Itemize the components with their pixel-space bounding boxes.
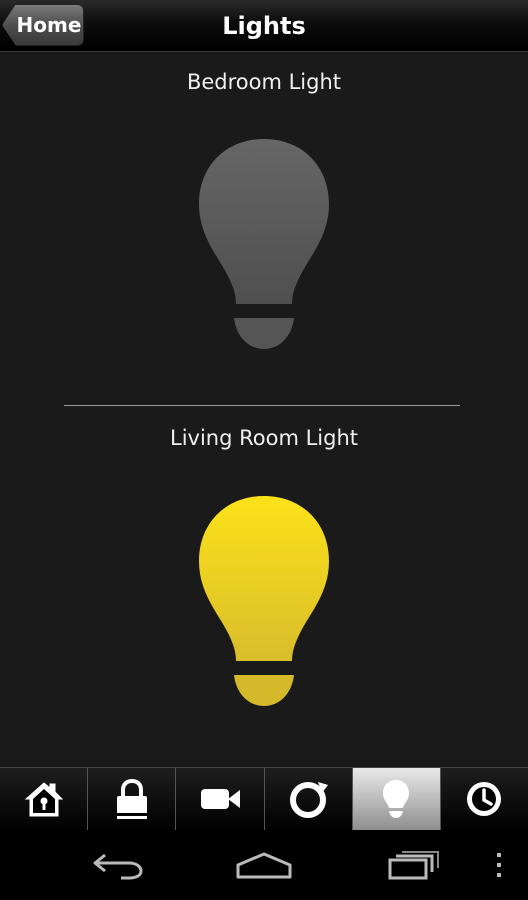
tab-bar	[0, 767, 528, 830]
tab-cameras[interactable]	[176, 768, 265, 830]
tab-locks[interactable]	[88, 768, 177, 830]
system-overflow-menu-button[interactable]	[482, 830, 516, 900]
recent-apps-icon	[388, 851, 439, 880]
system-recent-apps-button[interactable]	[373, 830, 453, 900]
header-bar: Home Lights	[0, 0, 528, 52]
tab-schedules[interactable]	[441, 768, 528, 830]
clock-icon	[467, 782, 502, 816]
bedroom-light-toggle[interactable]	[196, 136, 332, 350]
living-room-light-section: Living Room Light	[0, 426, 528, 450]
lightbulb-on-icon	[199, 496, 329, 706]
lock-icon	[116, 778, 147, 819]
thermostat-icon	[290, 782, 329, 818]
tab-thermostat[interactable]	[265, 768, 353, 830]
camera-icon	[200, 789, 240, 809]
home-icon	[24, 782, 63, 817]
lightbulb-off-icon	[199, 139, 329, 349]
page-title: Lights	[222, 12, 306, 40]
home-icon	[236, 852, 292, 879]
system-nav-bar	[0, 830, 528, 900]
system-back-button[interactable]	[78, 830, 158, 900]
back-icon	[93, 853, 143, 880]
overflow-menu-icon	[497, 853, 501, 877]
tab-lights[interactable]	[352, 768, 441, 830]
system-home-button[interactable]	[224, 830, 304, 900]
living-room-light-label: Living Room Light	[170, 426, 358, 450]
living-room-light-toggle[interactable]	[196, 493, 332, 707]
section-divider	[64, 405, 460, 406]
bedroom-light-section: Bedroom Light	[0, 70, 528, 94]
app-window: Home Lights Bedroom Light Living Room Li…	[0, 0, 528, 900]
bedroom-light-label: Bedroom Light	[186, 70, 342, 94]
lightbulb-icon	[383, 780, 410, 818]
tab-home[interactable]	[0, 768, 89, 830]
